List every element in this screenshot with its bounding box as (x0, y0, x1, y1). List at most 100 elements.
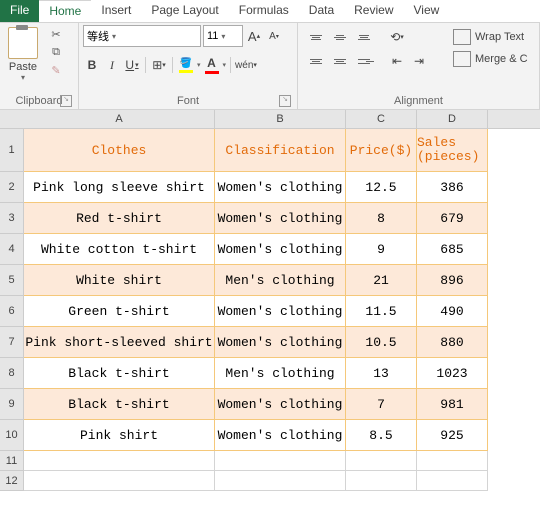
col-header-D[interactable]: D (417, 110, 488, 129)
tab-formulas[interactable]: Formulas (229, 0, 299, 22)
cell[interactable]: White cotton t-shirt (24, 234, 215, 265)
font-color-button[interactable]: A (203, 55, 221, 75)
cell[interactable]: 13 (346, 358, 417, 389)
cell[interactable] (24, 471, 215, 491)
decrease-indent-button[interactable]: ⇤ (388, 51, 406, 71)
row-header-7[interactable]: 7 (0, 327, 24, 358)
cell[interactable]: Price($) (346, 129, 417, 172)
cell[interactable] (346, 451, 417, 471)
cell[interactable]: 981 (417, 389, 488, 420)
font-name-combo[interactable]: 等线▾ (83, 25, 201, 47)
cell[interactable]: Women's clothing (215, 420, 346, 451)
cell[interactable]: Women's clothing (215, 203, 346, 234)
cell[interactable]: 10.5 (346, 327, 417, 358)
align-top-button[interactable] (306, 27, 326, 47)
format-painter-button[interactable]: ✎ (48, 63, 64, 77)
row-header-10[interactable]: 10 (0, 420, 24, 451)
cell[interactable] (215, 471, 346, 491)
tab-data[interactable]: Data (299, 0, 344, 22)
align-right-button[interactable] (354, 51, 374, 71)
cell[interactable]: Black t-shirt (24, 358, 215, 389)
increase-font-button[interactable]: A▴ (245, 26, 263, 46)
merge-center-button[interactable]: Merge & C (453, 51, 528, 67)
align-bottom-button[interactable] (354, 27, 374, 47)
tab-view[interactable]: View (404, 0, 450, 22)
cell[interactable]: Pink short-sleeved shirt (24, 327, 215, 358)
cell[interactable] (417, 451, 488, 471)
bold-button[interactable]: B (83, 55, 101, 75)
phonetic-button[interactable]: wén▾ (235, 55, 257, 75)
cell[interactable] (215, 451, 346, 471)
row-header-8[interactable]: 8 (0, 358, 24, 389)
col-header-C[interactable]: C (346, 110, 417, 129)
cell[interactable]: Women's clothing (215, 327, 346, 358)
cell[interactable]: White shirt (24, 265, 215, 296)
cell[interactable]: Pink long sleeve shirt (24, 172, 215, 203)
cell[interactable]: 8.5 (346, 420, 417, 451)
cell[interactable]: Green t-shirt (24, 296, 215, 327)
align-center-button[interactable] (330, 51, 350, 71)
borders-button[interactable]: ⊞▾ (150, 55, 168, 75)
cell[interactable]: 21 (346, 265, 417, 296)
row-header-3[interactable]: 3 (0, 203, 24, 234)
dialog-launcher-icon[interactable]: ↘ (279, 95, 291, 107)
cell[interactable]: 7 (346, 389, 417, 420)
cell[interactable]: Classification (215, 129, 346, 172)
cell[interactable]: Women's clothing (215, 389, 346, 420)
cell[interactable]: 925 (417, 420, 488, 451)
copy-button[interactable]: ⧉ (48, 45, 64, 59)
cell[interactable]: 685 (417, 234, 488, 265)
increase-indent-button[interactable]: ⇥ (410, 51, 428, 71)
cell[interactable]: 9 (346, 234, 417, 265)
cell[interactable]: 880 (417, 327, 488, 358)
cell[interactable]: Men's clothing (215, 265, 346, 296)
wrap-text-button[interactable]: Wrap Text (453, 29, 528, 45)
cell[interactable]: Women's clothing (215, 296, 346, 327)
row-header-11[interactable]: 11 (0, 451, 24, 471)
cell[interactable] (417, 471, 488, 491)
cell[interactable]: 11.5 (346, 296, 417, 327)
tab-review[interactable]: Review (344, 0, 403, 22)
tab-home[interactable]: Home (39, 0, 91, 22)
align-middle-button[interactable] (330, 27, 350, 47)
select-all-corner[interactable] (0, 110, 25, 129)
row-header-12[interactable]: 12 (0, 471, 24, 491)
row-header-2[interactable]: 2 (0, 172, 24, 203)
orientation-button[interactable]: ⟲▾ (388, 27, 406, 47)
cut-button[interactable]: ✂ (48, 27, 64, 41)
worksheet-grid[interactable]: ABCD 123456789101112 ClothesClassificati… (0, 110, 540, 514)
col-header-B[interactable]: B (215, 110, 346, 129)
cell[interactable]: 8 (346, 203, 417, 234)
row-header-9[interactable]: 9 (0, 389, 24, 420)
decrease-font-button[interactable]: A▾ (265, 26, 283, 46)
col-header-blank[interactable] (488, 110, 540, 129)
cell[interactable]: 12.5 (346, 172, 417, 203)
cell[interactable]: Men's clothing (215, 358, 346, 389)
font-size-combo[interactable]: 11▾ (203, 25, 243, 47)
paste-button[interactable]: Paste ▾ (4, 25, 42, 84)
tab-page-layout[interactable]: Page Layout (141, 0, 228, 22)
cell[interactable]: Red t-shirt (24, 203, 215, 234)
cell[interactable]: Clothes (24, 129, 215, 172)
cell[interactable]: 896 (417, 265, 488, 296)
tab-file[interactable]: File (0, 0, 39, 22)
cell[interactable]: Sales (pieces) (417, 129, 488, 172)
italic-button[interactable]: I (103, 55, 121, 75)
cell[interactable] (24, 451, 215, 471)
cell[interactable]: 386 (417, 172, 488, 203)
cell[interactable]: 490 (417, 296, 488, 327)
align-left-button[interactable] (306, 51, 326, 71)
row-header-5[interactable]: 5 (0, 265, 24, 296)
cell[interactable]: 679 (417, 203, 488, 234)
tab-insert[interactable]: Insert (91, 0, 141, 22)
underline-button[interactable]: U▾ (123, 55, 141, 75)
cell[interactable] (346, 471, 417, 491)
col-header-A[interactable]: A (24, 110, 215, 129)
cell[interactable]: Black t-shirt (24, 389, 215, 420)
cell[interactable]: Pink shirt (24, 420, 215, 451)
cell[interactable]: Women's clothing (215, 172, 346, 203)
row-header-6[interactable]: 6 (0, 296, 24, 327)
cell[interactable]: Women's clothing (215, 234, 346, 265)
fill-color-button[interactable]: 🪣 (177, 55, 195, 75)
dialog-launcher-icon[interactable]: ↘ (60, 95, 72, 107)
